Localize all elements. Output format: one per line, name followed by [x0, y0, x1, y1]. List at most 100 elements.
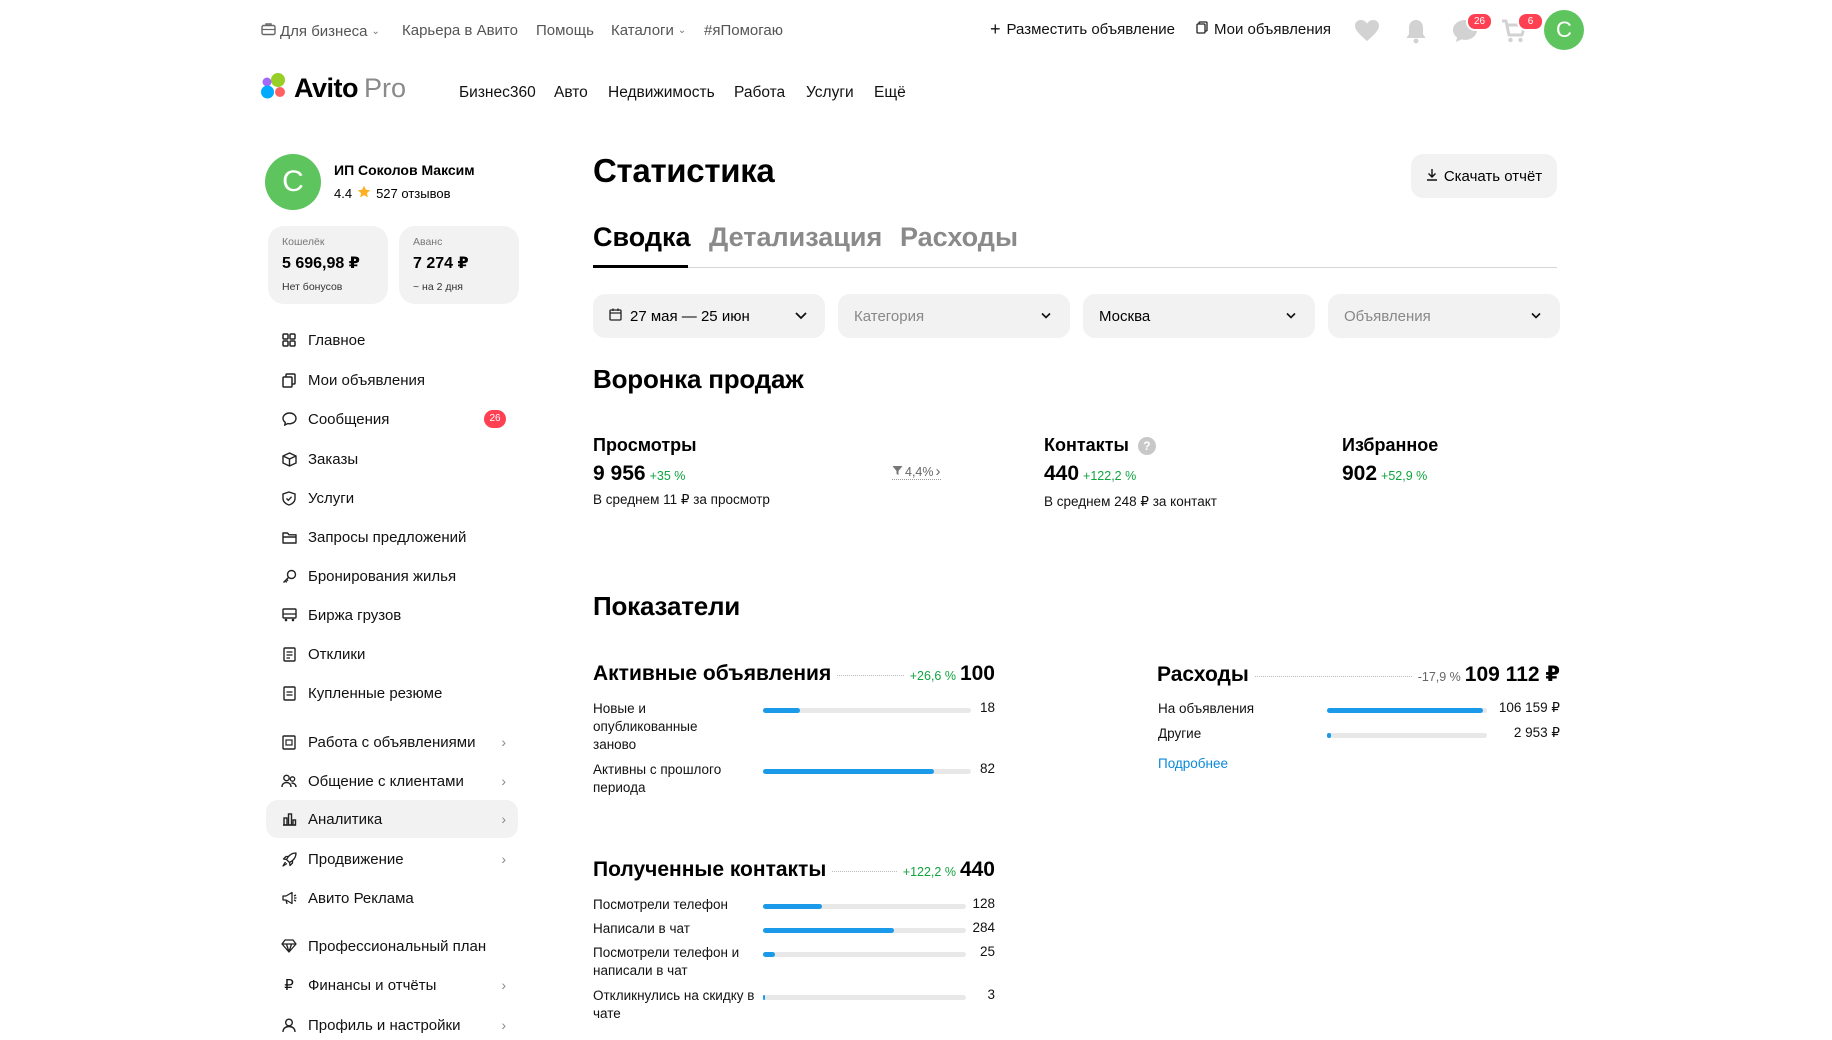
my-ads-button[interactable]: Мои объявления — [1196, 21, 1331, 38]
nav-auto[interactable]: Авто — [554, 84, 588, 102]
conversion-link[interactable]: 4,4% › — [892, 464, 941, 480]
row-phone-label: Посмотрели телефон — [593, 897, 728, 912]
sidebar-item-analytics[interactable]: Аналитика › — [266, 800, 518, 838]
chevron-down-icon — [1528, 307, 1544, 327]
contacts-received-header: Полученные контакты +122,2 % 440 — [593, 858, 995, 882]
leader-dots — [837, 675, 904, 676]
career-link[interactable]: Карьера в Авито — [402, 22, 518, 39]
views-metric: 9 956 +35 % — [593, 462, 685, 486]
avito-dots-icon — [258, 72, 288, 105]
row-phone-chat-value: 25 — [979, 944, 995, 959]
sidebar-item-label: Мои объявления — [308, 371, 425, 389]
top-utility-bar: Для бизнеса ⌄ Карьера в Авито Помощь Кат… — [0, 0, 1832, 62]
sidebar-item-cargo[interactable]: Биржа грузов — [266, 596, 518, 634]
profile-avatar[interactable]: C — [265, 154, 321, 210]
expenses-value: 109 112 ₽ — [1464, 663, 1560, 686]
profile-rating[interactable]: 4.4 527 отзывов — [334, 185, 450, 202]
sidebar-item-ads-work[interactable]: Работа с объявлениями › — [266, 723, 518, 761]
favorites-heart-icon[interactable] — [1352, 16, 1382, 46]
row-discount-value: 3 — [987, 987, 995, 1002]
active-ads-change: +26,6 % — [909, 669, 956, 683]
messages-icon[interactable]: 26 — [1450, 12, 1493, 46]
bar-chart-icon — [280, 810, 298, 828]
expenses-change: -17,9 % — [1417, 670, 1461, 684]
copy-icon — [1196, 21, 1208, 38]
sidebar-item-requests[interactable]: Запросы предложений — [266, 518, 518, 556]
nav-more[interactable]: Ещё — [874, 84, 906, 102]
profile-name[interactable]: ИП Соколов Максим — [334, 162, 475, 178]
row-chat-value: 284 — [972, 920, 995, 935]
sidebar-item-avito-ads[interactable]: Авито Реклама — [266, 879, 518, 917]
wallet-label: Кошелёк — [282, 236, 325, 248]
contacts-metric: 440 +122,2 % — [1044, 462, 1136, 486]
active-ads-title: Активные объявления — [593, 662, 832, 685]
ads-select[interactable]: Объявления — [1328, 294, 1560, 338]
sidebar-item-orders[interactable]: Заказы — [266, 440, 518, 478]
business-link[interactable]: Для бизнеса ⌄ — [261, 22, 380, 40]
advance-days: ~ на 2 дня — [413, 281, 463, 293]
expenses-more-link[interactable]: Подробнее — [1158, 756, 1228, 771]
nav-jobs[interactable]: Работа — [734, 84, 785, 102]
sidebar-item-services[interactable]: Услуги — [266, 479, 518, 517]
favorites-metric: 902 +52,9 % — [1342, 462, 1427, 486]
post-ad-button[interactable]: + Разместить объявление — [990, 19, 1175, 39]
sidebar-item-label: Продвижение — [308, 850, 404, 868]
row-phone-chat-bar — [763, 952, 966, 957]
tab-summary[interactable]: Сводка — [593, 222, 691, 253]
help-icon[interactable]: ? — [1137, 437, 1156, 456]
category-select[interactable]: Категория — [838, 294, 1070, 338]
logo-suffix: Pro — [364, 73, 407, 103]
row-phone-bar-fill — [763, 904, 822, 909]
wallet-card[interactable]: Кошелёк 5 696,98 ₽ Нет бонусов — [268, 226, 388, 304]
diamond-icon — [280, 937, 298, 955]
catalogs-link[interactable]: Каталоги ⌄ — [611, 22, 686, 39]
user-avatar[interactable]: C — [1544, 10, 1584, 50]
cart-icon[interactable]: 6 — [1499, 12, 1544, 46]
sidebar-item-resumes[interactable]: Купленные резюме — [266, 674, 518, 712]
sidebar-item-main[interactable]: Главное — [266, 321, 518, 359]
catalogs-link-label: Каталоги — [611, 22, 674, 39]
sidebar-item-label: Купленные резюме — [308, 684, 443, 702]
advance-card[interactable]: Аванс 7 274 ₽ ~ на 2 дня — [399, 226, 519, 304]
funnel-title: Воронка продаж — [593, 364, 804, 394]
chevron-down-icon — [1038, 307, 1054, 327]
row-ads-expense-value: 106 159 ₽ — [1498, 700, 1560, 715]
sidebar-item-clients[interactable]: Общение с клиентами › — [266, 762, 518, 800]
active-ads-value: 100 — [959, 662, 995, 685]
tab-details[interactable]: Детализация — [709, 222, 882, 253]
sidebar-item-pro-plan[interactable]: Профессиональный план — [266, 927, 518, 965]
chevron-down-icon: ⌄ — [371, 25, 380, 37]
avito-pro-logo[interactable]: Avito Pro — [258, 72, 406, 105]
row-phone-value: 128 — [972, 896, 995, 911]
ruble-icon: ₽ — [284, 977, 294, 994]
nav-services[interactable]: Услуги — [806, 84, 854, 102]
plus-icon: + — [990, 19, 1001, 39]
sidebar-item-profile[interactable]: Профиль и настройки › — [266, 1006, 518, 1040]
sidebar-item-messages[interactable]: Сообщения 26 — [266, 400, 518, 438]
copy-icon — [280, 371, 298, 389]
sidebar-item-responses[interactable]: Отклики — [266, 635, 518, 673]
sidebar-item-label: Главное — [308, 331, 366, 349]
calendar-icon — [609, 308, 622, 325]
download-report-button[interactable]: Скачать отчёт — [1411, 154, 1557, 198]
notifications-bell-icon[interactable] — [1401, 16, 1431, 46]
helping-link[interactable]: #яПомогаю — [704, 22, 783, 39]
nav-realty[interactable]: Недвижимость — [608, 84, 715, 102]
sidebar-item-finance[interactable]: ₽ Финансы и отчёты › — [266, 966, 518, 1004]
row-phone-chat-bar-fill — [763, 952, 775, 957]
rating-value: 4.4 — [334, 186, 353, 201]
chevron-down-icon — [793, 307, 809, 327]
sidebar-item-my-ads[interactable]: Мои объявления — [266, 361, 518, 399]
row-discount-bar — [763, 995, 966, 1000]
contacts-received-value: 440 — [959, 858, 995, 881]
sidebar-item-bookings[interactable]: Бронирования жилья — [266, 557, 518, 595]
leader-dots — [832, 871, 897, 872]
row-ads-expense-label: На объявления — [1158, 701, 1255, 716]
city-select[interactable]: Москва — [1083, 294, 1315, 338]
sidebar-item-promotion[interactable]: Продвижение › — [266, 840, 518, 878]
nav-biz360[interactable]: Бизнес360 — [459, 84, 536, 102]
help-link[interactable]: Помощь — [536, 22, 594, 39]
tab-expenses[interactable]: Расходы — [900, 222, 1018, 253]
sidebar-item-label: Бронирования жилья — [308, 567, 457, 585]
period-filter[interactable]: 27 мая — 25 июн — [593, 294, 825, 338]
